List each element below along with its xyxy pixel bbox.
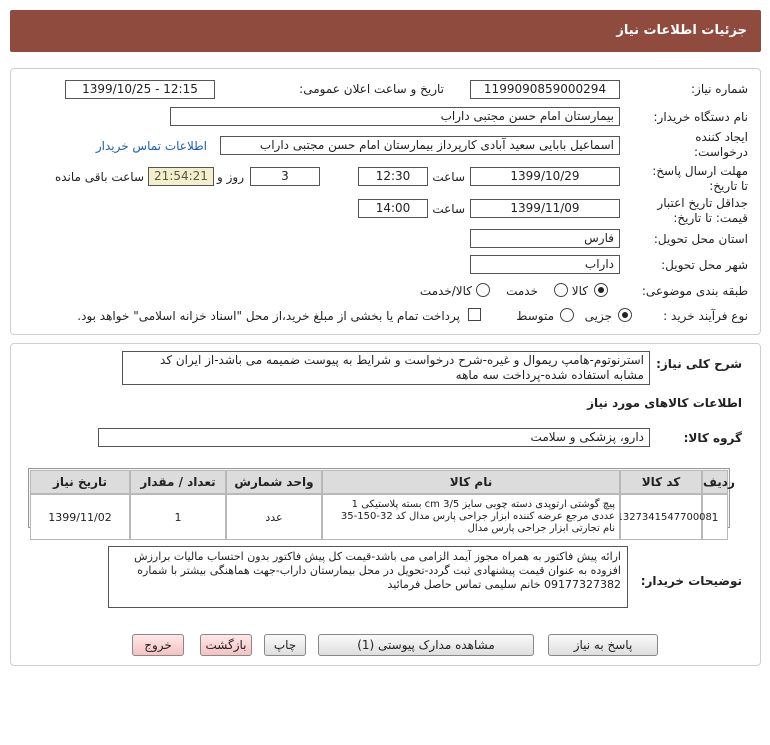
need-number-field: 1199090859000294 [470, 80, 620, 99]
category-radio-goods[interactable] [594, 283, 608, 297]
col-header-qty: تعداد / مقدار [130, 470, 226, 494]
cell-code: 2132734154770008 [610, 494, 712, 540]
purchase-process-label: نوع فرآیند خرید : [663, 309, 748, 323]
description-label: شرح کلی نیاز: [656, 357, 742, 371]
col-header-row: ردیف [702, 470, 735, 494]
buyer-notes-label: توضیحات خریدار: [640, 574, 742, 588]
process-option-medium: متوسط [516, 309, 554, 323]
reply-button[interactable]: پاسخ به نیاز [548, 634, 658, 656]
deadline-days-label: روز و [217, 170, 244, 184]
buyer-contact-link[interactable]: اطلاعات تماس خریدار [96, 139, 207, 153]
deadline-date-field: 1399/10/29 [470, 167, 620, 186]
buyer-org-label: نام دستگاه خریدار: [653, 110, 749, 124]
print-button[interactable]: چاپ [264, 634, 306, 656]
col-header-unit: واحد شمارش [226, 470, 322, 494]
category-option-goods-service: کالا/خدمت [419, 284, 472, 298]
category-radio-service[interactable] [554, 283, 568, 297]
city-label: شهر محل تحویل: [661, 258, 748, 272]
requester-label-1: ایجاد کننده [695, 130, 748, 144]
description-box: استرنوتوم-هامپ ریموال و غیره-شرح درخواست… [122, 351, 650, 385]
treasury-payment-note: پرداخت تمام یا بخشی از مبلغ خرید،از محل … [77, 309, 460, 323]
province-field: فارس [470, 229, 620, 248]
view-attachments-button[interactable]: مشاهده مدارک پیوستی (1) [318, 634, 534, 656]
cell-unit: عدد [226, 494, 322, 540]
category-label: طبقه بندی موضوعی: [641, 284, 748, 298]
deadline-label-1: مهلت ارسال پاسخ: [652, 164, 748, 178]
category-option-goods: کالا [571, 284, 588, 298]
deadline-time-label: ساعت [432, 170, 465, 184]
goods-group-label: گروه کالا: [683, 431, 742, 445]
col-header-date: تاریخ نیاز [30, 470, 130, 494]
requester-field: اسماعیل بابایی سعید آبادی کارپرداز بیمار… [220, 136, 620, 155]
province-label: استان محل تحویل: [653, 232, 748, 246]
cell-date: 1399/11/02 [30, 494, 130, 540]
treasury-payment-checkbox[interactable] [468, 308, 481, 321]
validity-date-field: 1399/11/09 [470, 199, 620, 218]
buyer-org-field: بیمارستان امام حسن مجتبی داراب [170, 107, 620, 126]
deadline-time-field: 12:30 [358, 167, 428, 186]
validity-time-field: 14:00 [358, 199, 428, 218]
page-header: جزئیات اطلاعات نیاز [10, 10, 761, 52]
process-option-minor: جزیی [584, 309, 612, 323]
validity-label-2: قیمت: تا تاریخ: [673, 211, 748, 225]
goods-group-field: دارو، پزشکی و سلامت [98, 428, 650, 447]
announce-label: تاریخ و ساعت اعلان عمومی: [299, 82, 444, 96]
city-field: داراب [470, 255, 620, 274]
back-button[interactable]: بازگشت [200, 634, 252, 656]
col-header-code: کد کالا [620, 470, 702, 494]
category-radio-goods-service[interactable] [476, 283, 490, 297]
validity-time-label: ساعت [432, 202, 465, 216]
category-option-service: خدمت [506, 284, 538, 298]
cell-name: پیچ گوشتی ارتوپدی دسته چوبی سایز cm 3/5 … [322, 494, 620, 540]
col-header-name: نام کالا [322, 470, 620, 494]
process-radio-medium[interactable] [560, 308, 574, 322]
deadline-days-field: 3 [250, 167, 320, 186]
goods-section-title: اطلاعات کالاهای مورد نیاز [587, 396, 742, 410]
process-radio-minor[interactable] [618, 308, 632, 322]
page-title: جزئیات اطلاعات نیاز [616, 23, 747, 38]
remaining-time-label: ساعت باقی مانده [54, 170, 144, 184]
need-number-label: شماره نیاز: [691, 82, 748, 96]
requester-label-2: درخواست: [694, 145, 748, 159]
announce-field: 1399/10/25 - 12:15 [65, 80, 215, 99]
deadline-label-2: تا تاریخ: [709, 179, 748, 193]
validity-label-1: جداقل تاریخ اعتبار [657, 196, 748, 210]
buyer-notes-box: ارائه پیش فاکتور به همراه مجوز آیمد الزا… [108, 546, 628, 608]
remaining-time-field: 21:54:21 [148, 167, 214, 186]
cell-qty: 1 [130, 494, 226, 540]
exit-button[interactable]: خروج [132, 634, 184, 656]
